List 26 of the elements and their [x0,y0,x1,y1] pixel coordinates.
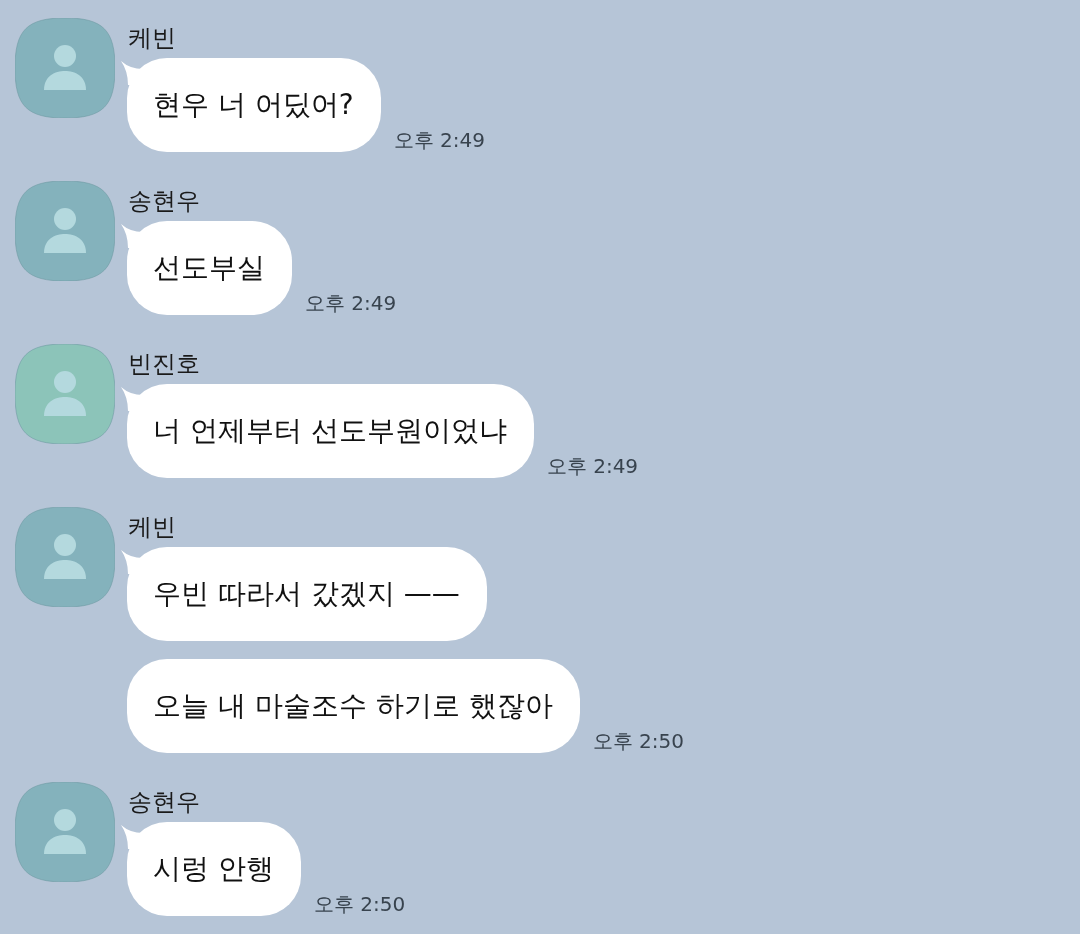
avatar-icon[interactable] [15,344,115,444]
message-time: 오후 2:49 [546,454,639,478]
sender-name: 케빈 [127,512,176,543]
avatar-icon[interactable] [15,18,115,118]
bubble-tail [121,224,143,248]
message-bubble: 선도부실 [127,221,292,315]
message-time: 오후 2:50 [313,892,406,916]
message-bubble: 현우 너 어딨어? [127,58,381,152]
message-bubble: 시렁 안행 [127,822,301,916]
message-time: 오후 2:49 [393,128,485,152]
message-bubble: 우빈 따라서 갔겠지 —— [127,547,487,641]
message-bubble: 오늘 내 마술조수 하기로 했잖아 [127,659,580,753]
avatar-icon[interactable] [15,181,115,281]
sender-name: 빈진호 [127,349,200,380]
sender-name: 케빈 [127,23,176,54]
bubble-tail [121,61,143,85]
message-time: 오후 2:50 [592,729,684,753]
sender-name: 송현우 [127,787,200,818]
message-time: 오후 2:49 [305,291,397,315]
bubble-tail [121,387,143,411]
message-bubble: 너 언제부터 선도부원이었냐 [127,384,534,478]
bubble-tail [121,550,143,574]
sender-name: 송현우 [127,186,200,217]
avatar-icon[interactable] [15,782,115,882]
bubble-tail [121,825,143,849]
avatar-icon[interactable] [15,507,115,607]
